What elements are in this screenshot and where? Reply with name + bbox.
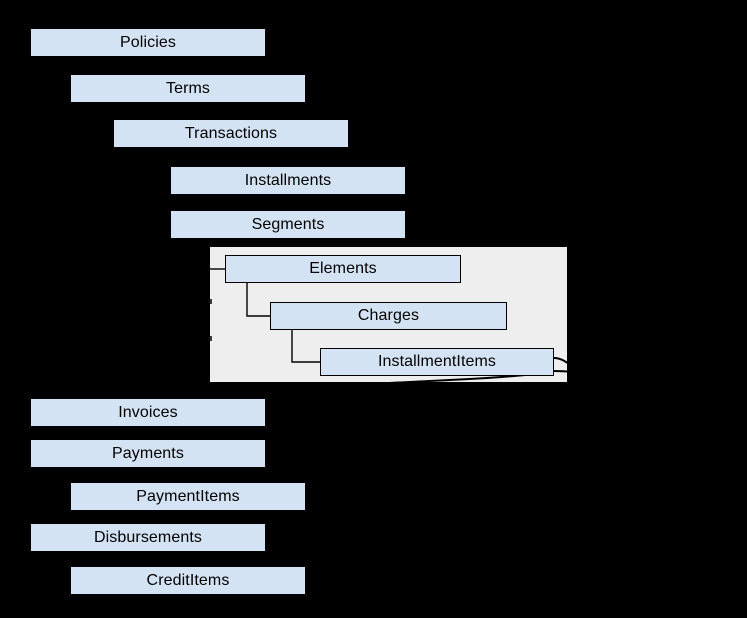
diagram-canvas: Policies Terms Transactions Installments Seg…: [0, 0, 747, 618]
node-policies[interactable]: Policies: [31, 29, 265, 56]
node-segments[interactable]: Segments: [171, 211, 405, 238]
node-credititems[interactable]: CreditItems: [71, 567, 305, 594]
node-transactions[interactable]: Transactions: [114, 120, 348, 147]
node-disbursements[interactable]: Disbursements: [31, 524, 265, 551]
node-terms[interactable]: Terms: [71, 75, 305, 102]
node-installmentitems[interactable]: InstallmentItems: [320, 348, 554, 376]
node-payments[interactable]: Payments: [31, 440, 265, 467]
group-edge-tick-upper: [210, 299, 212, 304]
node-paymentitems[interactable]: PaymentItems: [71, 483, 305, 510]
node-charges[interactable]: Charges: [270, 302, 507, 330]
node-invoices[interactable]: Invoices: [31, 399, 265, 426]
node-elements[interactable]: Elements: [225, 255, 461, 283]
group-edge-tick-lower: [210, 336, 212, 341]
node-installments[interactable]: Installments: [171, 167, 405, 194]
